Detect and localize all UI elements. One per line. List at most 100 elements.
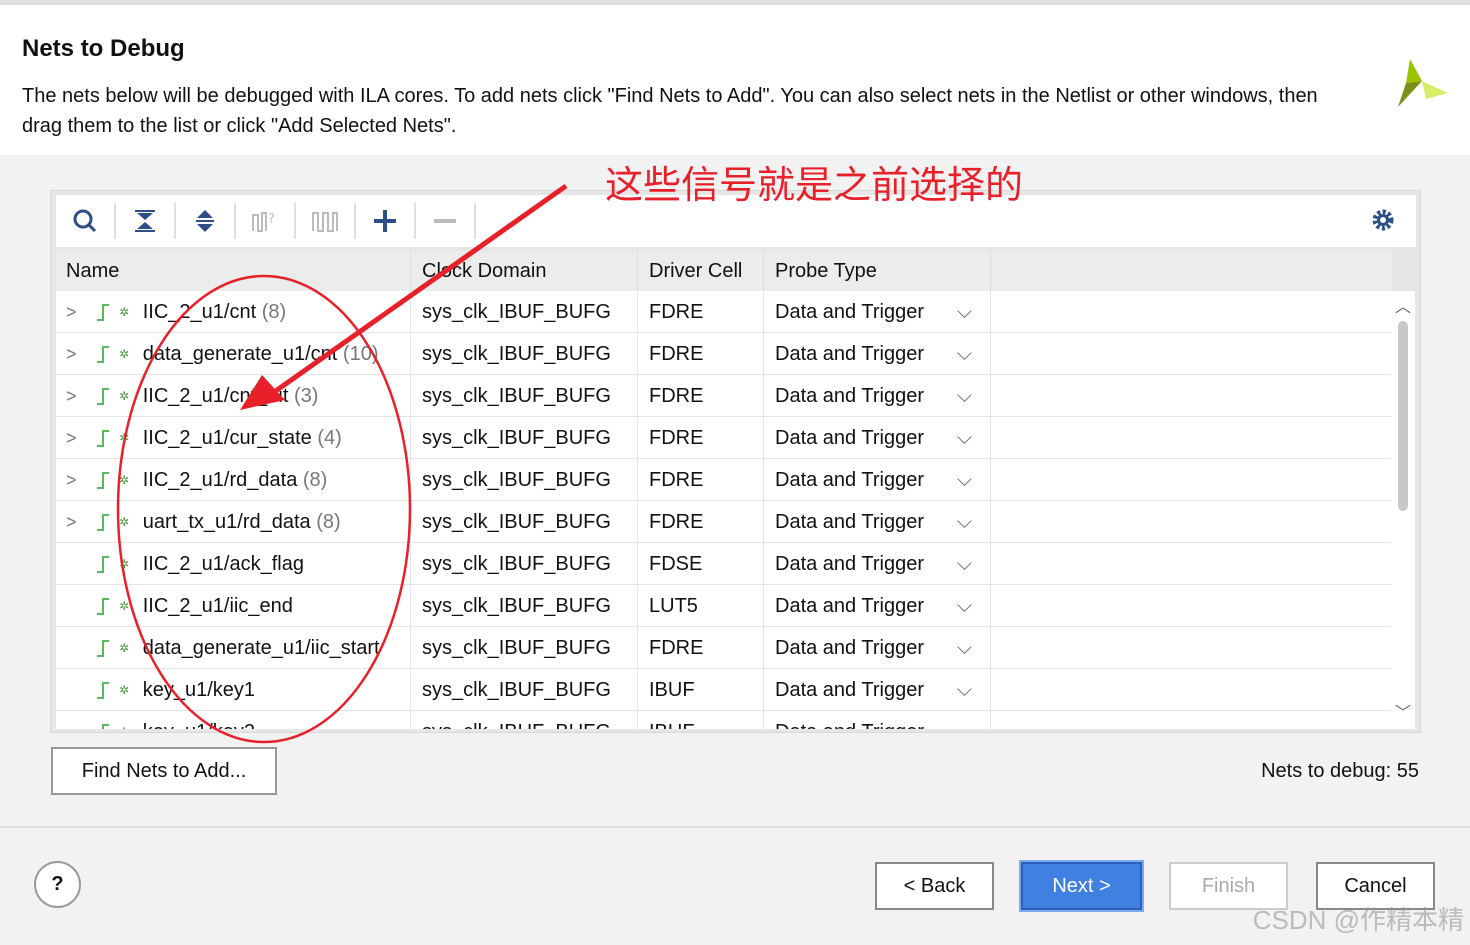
net-signal-icon (101, 724, 109, 729)
probe-type-dropdown[interactable]: Data and Trigger ⌵ (764, 458, 991, 501)
driver-cell: FDRE (638, 332, 764, 375)
add-button[interactable] (356, 195, 414, 247)
driver-cell: FDRE (638, 416, 764, 459)
table-row[interactable]: > ✲ IIC_2_u1/cnt_bit (3) sys_clk_IBUF_BU… (56, 374, 1392, 417)
probe-type-dropdown[interactable]: Data and Trigger ⌵ (764, 332, 991, 375)
probe-type-value: Data and Trigger (775, 342, 924, 365)
probe-type-value: Data and Trigger (775, 636, 924, 659)
chevron-down-icon[interactable]: ⌵ (957, 375, 972, 417)
help-button[interactable]: ? (34, 861, 81, 908)
probe-type-dropdown[interactable]: Data and Trigger ⌵ (764, 626, 991, 669)
column-header-driver-cell[interactable]: Driver Cell (638, 251, 764, 291)
net-signal-icon (96, 556, 109, 574)
probe-type-dropdown[interactable]: Data and Trigger ⌵ (764, 584, 991, 627)
chevron-down-icon[interactable]: ⌵ (957, 459, 972, 501)
clock-domain-cell: sys_clk_IBUF_BUFG (411, 710, 638, 729)
vivado-logo-icon (1398, 59, 1448, 107)
net-signal-icon (96, 430, 109, 448)
column-header-probe-type[interactable]: Probe Type (764, 251, 991, 291)
chevron-down-icon[interactable]: ⌵ (957, 417, 972, 459)
back-button[interactable]: < Back (875, 862, 994, 910)
expand-chevron-icon[interactable]: > (66, 333, 90, 375)
table-row[interactable]: > ✲ IIC_2_u1/cnt (8) sys_clk_IBUF_BUFG F… (56, 290, 1392, 333)
probe-type-value: Data and Trigger (775, 721, 924, 730)
table-body: > ✲ IIC_2_u1/cnt (8) sys_clk_IBUF_BUFG F… (56, 290, 1392, 730)
table-row[interactable]: ✲ IIC_2_u1/iic_end sys_clk_IBUF_BUFG LUT… (56, 584, 1392, 627)
net-width: (4) (317, 426, 342, 449)
probe-type-value: Data and Trigger (775, 384, 924, 407)
expand-chevron-icon[interactable]: > (66, 291, 90, 333)
nets-to-debug-count: Nets to debug: 55 (1261, 760, 1419, 782)
vertical-scrollbar[interactable]: ︿ ﹀ (1391, 291, 1415, 729)
svg-text:?: ? (268, 212, 275, 227)
expand-chevron-icon[interactable]: > (66, 417, 90, 459)
driver-cell: FDRE (638, 500, 764, 543)
table-row[interactable]: > ✲ data_generate_u1/cnt (10) sys_clk_IB… (56, 332, 1392, 375)
probe-type-value: Data and Trigger (775, 426, 924, 449)
clock-domain-cell: sys_clk_IBUF_BUFG (411, 458, 638, 501)
find-nets-to-add-button[interactable]: Find Nets to Add... (51, 747, 277, 795)
expand-chevron-icon[interactable]: > (66, 375, 90, 417)
table-row[interactable]: > ✲ IIC_2_u1/rd_data (8) sys_clk_IBUF_BU… (56, 458, 1392, 501)
table-row[interactable]: ✲ key_u1/key1 sys_clk_IBUF_BUFG IBUF Dat… (56, 668, 1392, 711)
next-button[interactable]: Next > (1019, 860, 1144, 912)
table-row[interactable]: ✲ IIC_2_u1/ack_flag sys_clk_IBUF_BUFG FD… (56, 542, 1392, 585)
table-row[interactable]: ✲ key_u1/key2 sys_clk_IBUF_BUFG IBUF Dat… (56, 710, 1392, 730)
net-name-cell: > ✲ IIC_2_u1/cnt_bit (3) (56, 374, 411, 417)
driver-cell: LUT5 (638, 584, 764, 627)
debug-bug-icon: ✲ (119, 389, 130, 404)
remove-button[interactable] (416, 195, 474, 247)
clock-domain-cell: sys_clk_IBUF_BUFG (411, 416, 638, 459)
expand-all-icon (196, 210, 214, 232)
settings-gear-icon[interactable] (1370, 207, 1396, 233)
collapse-all-button[interactable] (116, 195, 174, 247)
scroll-down-icon[interactable]: ﹀ (1395, 699, 1411, 723)
expand-chevron-icon[interactable]: > (66, 501, 90, 543)
net-name: IIC_2_u1/cur_state (142, 426, 312, 449)
probe-type-value: Data and Trigger (775, 468, 924, 491)
probe-type-dropdown[interactable]: Data and Trigger ⌵ (764, 710, 991, 730)
table-row[interactable]: > ✲ uart_tx_u1/rd_data (8) sys_clk_IBUF_… (56, 500, 1392, 543)
probe-type-dropdown[interactable]: Data and Trigger ⌵ (764, 290, 991, 333)
nets-table: Name Clock Domain Driver Cell Probe Type… (56, 251, 1392, 729)
probe-type-value: Data and Trigger (775, 594, 924, 617)
table-row[interactable]: > ✲ IIC_2_u1/cur_state (4) sys_clk_IBUF_… (56, 416, 1392, 459)
watermark: CSDN @作精本精 (1252, 905, 1464, 935)
debug-bug-icon: ✲ (119, 473, 130, 488)
driver-cell: FDRE (638, 374, 764, 417)
debug-bug-icon: ✲ (119, 515, 130, 530)
scroll-up-icon[interactable]: ︿ (1395, 293, 1411, 317)
chevron-down-icon[interactable]: ⌵ (957, 333, 972, 375)
probe-type-button[interactable]: ? (236, 195, 294, 247)
table-row[interactable]: ✲ data_generate_u1/iic_start sys_clk_IBU… (56, 626, 1392, 669)
chevron-down-icon[interactable]: ⌵ (957, 627, 972, 669)
net-name: IIC_2_u1/cnt (142, 300, 257, 323)
probe-type-dropdown[interactable]: Data and Trigger ⌵ (764, 542, 991, 585)
expand-all-button[interactable] (176, 195, 234, 247)
probe-type-value: Data and Trigger (775, 552, 924, 575)
search-icon (73, 209, 97, 233)
net-name-cell: ✲ IIC_2_u1/iic_end (56, 584, 411, 627)
waveform-button[interactable] (296, 195, 354, 247)
chevron-down-icon[interactable]: ⌵ (957, 669, 972, 711)
chevron-down-icon[interactable]: ⌵ (957, 585, 972, 627)
column-header-name[interactable]: Name (56, 251, 411, 291)
net-name-cell: > ✲ uart_tx_u1/rd_data (8) (56, 500, 411, 543)
net-name: IIC_2_u1/cnt_bit (142, 384, 289, 407)
expand-chevron-icon[interactable]: > (66, 459, 90, 501)
probe-type-dropdown[interactable]: Data and Trigger ⌵ (764, 416, 991, 459)
driver-cell: FDRE (638, 290, 764, 333)
chevron-down-icon[interactable]: ⌵ (957, 543, 972, 585)
column-header-clock-domain[interactable]: Clock Domain (411, 251, 638, 291)
annotation-text: 这些信号就是之前选择的 (605, 165, 1024, 207)
chevron-down-icon[interactable]: ⌵ (957, 711, 972, 730)
clock-domain-cell: sys_clk_IBUF_BUFG (411, 668, 638, 711)
search-button[interactable] (56, 195, 114, 247)
probe-type-dropdown[interactable]: Data and Trigger ⌵ (764, 374, 991, 417)
net-name-cell: ✲ key_u1/key2 (56, 710, 411, 729)
probe-type-dropdown[interactable]: Data and Trigger ⌵ (764, 500, 991, 543)
probe-type-dropdown[interactable]: Data and Trigger ⌵ (764, 668, 991, 711)
chevron-down-icon[interactable]: ⌵ (957, 501, 972, 543)
chevron-down-icon[interactable]: ⌵ (957, 291, 972, 333)
scrollbar-thumb[interactable] (1398, 321, 1408, 511)
